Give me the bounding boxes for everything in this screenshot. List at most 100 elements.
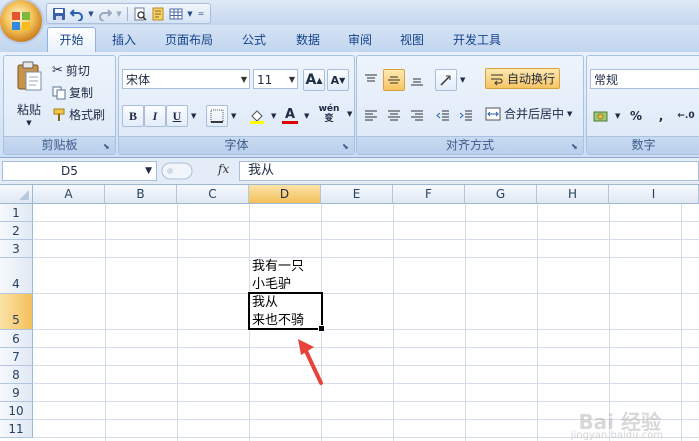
- column-header-h[interactable]: H: [537, 185, 609, 204]
- tab-insert[interactable]: 插入: [112, 31, 136, 48]
- column-header-a[interactable]: A: [33, 185, 105, 204]
- format-painter-button[interactable]: 格式刷: [52, 106, 105, 123]
- column-header-e[interactable]: E: [321, 185, 393, 204]
- column-header-i[interactable]: I: [609, 185, 699, 204]
- font-color-button[interactable]: A ▼: [279, 105, 309, 127]
- insert-function-icon[interactable]: fx: [218, 162, 229, 176]
- row-header-11[interactable]: 11: [0, 420, 33, 438]
- number-format-select[interactable]: 常规: [590, 69, 699, 89]
- gridline: [33, 257, 699, 258]
- borders-button[interactable]: ▼: [206, 105, 236, 127]
- grow-font-button[interactable]: A ▲: [303, 69, 325, 91]
- select-all-corner[interactable]: [0, 185, 33, 204]
- align-left-icon: [360, 105, 382, 127]
- comma-style-button[interactable]: ,: [650, 105, 672, 127]
- formula-input[interactable]: 我从: [239, 161, 699, 181]
- row-header-1[interactable]: 1: [0, 204, 33, 222]
- chevron-down-icon: ▼: [288, 75, 295, 84]
- dialog-launcher-icon[interactable]: ⬊: [571, 142, 580, 151]
- row-header-3[interactable]: 3: [0, 240, 33, 258]
- increase-decimal-button[interactable]: ←.0: [675, 105, 697, 127]
- font-size-select[interactable]: 11 ▼: [253, 69, 298, 89]
- phonetic-button[interactable]: wén 变 ▼: [314, 103, 353, 125]
- align-right-button[interactable]: [406, 105, 428, 127]
- phonetic-icon: wén 变: [318, 104, 340, 124]
- print-preview-icon[interactable]: [132, 6, 148, 22]
- font-name-select[interactable]: 宋体 ▼: [122, 69, 250, 89]
- tab-formulas[interactable]: 公式: [242, 31, 266, 48]
- orientation-button[interactable]: ▼: [435, 69, 465, 91]
- dialog-launcher-icon[interactable]: ⬊: [103, 142, 112, 151]
- align-bottom-button[interactable]: [406, 69, 428, 91]
- row-header-2[interactable]: 2: [0, 222, 33, 240]
- redo-dropdown-icon[interactable]: ▼: [115, 6, 123, 22]
- cut-button[interactable]: ✂ 剪切: [52, 62, 90, 79]
- column-header-b[interactable]: B: [105, 185, 177, 204]
- gridline: [33, 293, 699, 294]
- increase-indent-button[interactable]: [455, 105, 477, 127]
- bold-icon: B: [122, 105, 144, 127]
- align-left-button[interactable]: [360, 105, 382, 127]
- row-header-8[interactable]: 8: [0, 366, 33, 384]
- row-header-6[interactable]: 6: [0, 330, 33, 348]
- tab-home[interactable]: 开始: [47, 27, 96, 53]
- dialog-launcher-icon[interactable]: ⬊: [342, 142, 351, 151]
- row-header-7[interactable]: 7: [0, 348, 33, 366]
- save-icon[interactable]: [51, 6, 67, 22]
- fill-handle[interactable]: [318, 325, 325, 332]
- percent-icon: %: [629, 109, 643, 123]
- format-painter-label: 格式刷: [69, 108, 106, 122]
- tab-view[interactable]: 视图: [400, 31, 424, 48]
- undo-dropdown-icon[interactable]: ▼: [87, 6, 95, 22]
- gridline: [33, 401, 699, 402]
- align-top-button[interactable]: [360, 69, 382, 91]
- name-box[interactable]: D5 ▼: [2, 161, 157, 181]
- office-button[interactable]: [0, 0, 42, 42]
- redo-icon[interactable]: [97, 6, 113, 22]
- formula-bar: D5 ▼ fx 我从: [0, 158, 699, 185]
- tab-review[interactable]: 审阅: [348, 31, 372, 48]
- shrink-font-button[interactable]: A ▼: [327, 69, 349, 91]
- row-header-5[interactable]: 5: [0, 294, 33, 330]
- customize-toolbar-icon[interactable]: =: [196, 6, 206, 22]
- paste-button[interactable]: 粘贴 ▼: [9, 60, 49, 127]
- cell-d4-line1: 我有一只: [252, 259, 305, 274]
- decrease-indent-button[interactable]: [432, 105, 454, 127]
- paste-label: 粘贴: [16, 103, 41, 117]
- align-center-icon: [383, 105, 405, 127]
- percent-button[interactable]: %: [625, 105, 647, 127]
- column-header-g[interactable]: G: [465, 185, 537, 204]
- copy-label: 复制: [69, 86, 94, 100]
- undo-icon[interactable]: [69, 6, 85, 22]
- tab-developer[interactable]: 开发工具: [453, 31, 501, 48]
- wrap-text-button[interactable]: 自动换行: [485, 68, 561, 89]
- font-color-icon: A: [279, 105, 301, 127]
- column-header-d[interactable]: D: [249, 185, 321, 204]
- column-header-c[interactable]: C: [177, 185, 249, 204]
- align-middle-button[interactable]: [383, 69, 405, 91]
- table-dropdown-icon[interactable]: ▼: [186, 6, 194, 22]
- copy-button[interactable]: 复制: [52, 84, 93, 101]
- align-center-button[interactable]: [383, 105, 405, 127]
- chevron-down-icon: ▼: [304, 112, 310, 120]
- gridline: [33, 365, 699, 366]
- merge-center-button[interactable]: 合并后居中 ▼: [485, 105, 572, 122]
- title-bar: ▼ ▼ ▼ =: [0, 0, 699, 25]
- cell-d5[interactable]: 我从 来也不骑: [248, 292, 323, 330]
- italic-button[interactable]: I: [144, 105, 166, 127]
- cell-d4[interactable]: 我有一只 小毛驴: [250, 258, 321, 293]
- align-top-icon: [360, 69, 382, 91]
- tab-page-layout[interactable]: 页面布局: [165, 31, 213, 48]
- column-header-f[interactable]: F: [393, 185, 465, 204]
- bold-button[interactable]: B: [122, 105, 144, 127]
- row-header-4[interactable]: 4: [0, 258, 33, 294]
- align-middle-icon: [383, 69, 405, 91]
- table-icon[interactable]: [168, 6, 184, 22]
- row-header-10[interactable]: 10: [0, 402, 33, 420]
- fill-color-button[interactable]: ▼: [246, 105, 276, 127]
- row-header-9[interactable]: 9: [0, 384, 33, 402]
- document-icon[interactable]: [150, 6, 166, 22]
- underline-button[interactable]: U ▼: [166, 105, 196, 127]
- accounting-format-button[interactable]: ▼: [590, 105, 620, 127]
- tab-data[interactable]: 数据: [296, 31, 320, 48]
